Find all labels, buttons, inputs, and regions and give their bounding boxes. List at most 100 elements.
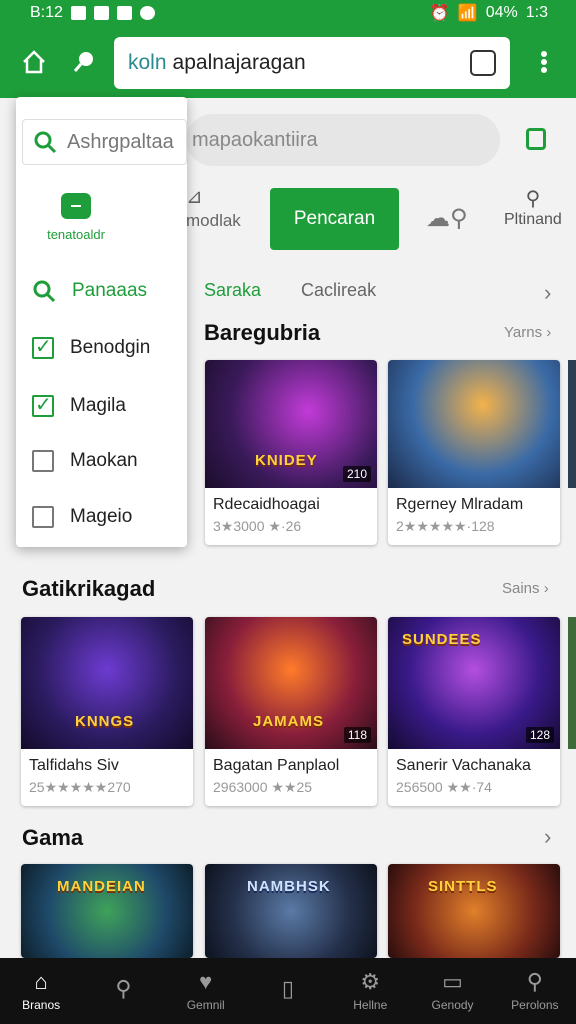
game-card[interactable]: SUNDEES 128 Sanerir Vachanaka 256500 ★★·… xyxy=(388,617,560,806)
play-icon xyxy=(139,6,155,20)
more-options-icon[interactable] xyxy=(526,44,562,80)
count-badge: 128 xyxy=(525,727,554,743)
game-title: Sanerir Vachanaka xyxy=(396,757,531,774)
nav-label: Perolons xyxy=(511,998,559,1012)
nav-label: Gemnil xyxy=(186,998,225,1012)
chip-inactive[interactable]: Caclireak xyxy=(301,280,376,301)
action-right-label: Pltinand xyxy=(504,211,562,228)
game-thumbnail: KNNGS xyxy=(21,617,193,749)
bottom-navigation: ⌂ Branos ⚲ ♥ Gemnil ▯ ⚙ Hellne ▭ Genody … xyxy=(0,958,576,1024)
panel-item-label: Magila xyxy=(70,395,126,416)
chevron-right-icon[interactable]: › xyxy=(544,824,551,850)
search-placeholder: mapaokantiira xyxy=(192,128,318,151)
nav-item-settings[interactable]: ⚙ Hellne xyxy=(329,958,411,1024)
game-thumbnail: KNIDEY 210 xyxy=(205,360,377,488)
battery-level: 04% xyxy=(485,4,518,21)
chevron-right-icon[interactable]: › xyxy=(544,280,551,306)
nav-item-bookmark[interactable]: ▯ xyxy=(247,958,329,1024)
game-meta: 3★3000 ★·26 xyxy=(213,518,302,534)
search-icon xyxy=(33,280,56,303)
nav-item-search[interactable]: ⚲ xyxy=(82,958,164,1024)
action-right[interactable]: ⚲ Pltinand xyxy=(504,186,562,229)
see-all-link[interactable]: Sains › xyxy=(502,580,549,597)
nav-item-favorites[interactable]: ♥ Gemnil xyxy=(165,958,247,1024)
bookmark-icon: ▯ xyxy=(281,976,295,1001)
game-logo: JAMAMS xyxy=(253,713,325,730)
search-icon: ⚲ xyxy=(115,976,132,1001)
game-card[interactable]: KNNGS Talfidahs Siv 25★★★★★270 xyxy=(21,617,193,806)
notification-icon xyxy=(93,6,109,20)
status-clock: 1:3 xyxy=(525,4,548,21)
game-logo: MANDEIAN xyxy=(57,878,146,895)
panel-item-checkbox[interactable]: Maokan xyxy=(32,450,138,472)
game-card[interactable]: JAMAMS 118 Bagatan Panplaol 2963000 ★★25 xyxy=(205,617,377,806)
url-bar[interactable]: koln apalnajaragan xyxy=(114,37,510,89)
game-meta: 256500 ★★·74 xyxy=(396,779,492,795)
panel-item-label: Benodgin xyxy=(70,337,151,358)
game-meta: 2★★★★★·128 xyxy=(396,518,495,534)
calendar-icon[interactable] xyxy=(526,128,546,150)
alarm-icon: ⏰ xyxy=(429,5,450,22)
search-icon xyxy=(34,131,57,154)
game-title: Rdecaidhoagai xyxy=(213,496,320,513)
nav-item-device[interactable]: ▭ Genody xyxy=(411,958,493,1024)
see-all-link[interactable]: Yarns › xyxy=(504,324,551,341)
notification-icon xyxy=(116,6,132,20)
top-app-bar: koln apalnajaragan xyxy=(0,26,576,98)
panel-item-checkbox[interactable]: Benodgin xyxy=(32,334,151,359)
home-icon[interactable] xyxy=(16,44,52,80)
panel-brand: tenatoaldr xyxy=(16,193,136,242)
checkbox-checked[interactable] xyxy=(32,334,54,359)
panel-item-checkbox[interactable]: Magila xyxy=(32,392,126,417)
panel-item-label: Mageio xyxy=(70,506,133,527)
idea-icon[interactable] xyxy=(66,44,102,80)
panel-item-search[interactable]: Panaaas xyxy=(32,279,147,303)
panel-search-input[interactable]: Ashrgpaltaa xyxy=(22,119,187,165)
count-badge: 118 xyxy=(343,727,371,743)
category-chips: Saraka Caclireak xyxy=(204,280,376,301)
checkbox-checked[interactable] xyxy=(32,392,54,417)
game-thumbnail: SUNDEES 128 xyxy=(388,617,560,749)
nav-item-profile[interactable]: ⚲ Perolons xyxy=(494,958,576,1024)
action-left[interactable]: ⊿ modlak xyxy=(186,184,241,231)
nav-label: Branos xyxy=(22,998,61,1012)
status-bar: B:12 ⏰ 📶 04% 1:3 xyxy=(0,0,576,26)
filter-dropdown-panel: Ashrgpaltaa tenatoaldr Panaaas Benodgin … xyxy=(16,97,187,547)
notification-icon xyxy=(70,6,86,20)
game-meta: 2963000 ★★25 xyxy=(213,779,313,795)
game-title: Talfidahs Siv xyxy=(29,757,119,774)
url-text: apalnajaragan xyxy=(172,51,306,74)
game-card[interactable]: NAMBHSK xyxy=(205,864,377,958)
status-time: B:12 xyxy=(30,4,63,21)
panel-search-placeholder: Ashrgpaltaa xyxy=(67,130,174,153)
cloud-search-icon[interactable]: ☁⚲ xyxy=(426,204,468,233)
cast-icon[interactable] xyxy=(470,50,496,76)
game-card-peek xyxy=(568,360,576,488)
game-card[interactable]: Rgerney Mlradam 2★★★★★·128 xyxy=(388,360,560,545)
panel-item-checkbox[interactable]: Mageio xyxy=(32,506,132,528)
game-thumbnail: MANDEIAN xyxy=(21,864,193,958)
checkbox-unchecked[interactable] xyxy=(32,506,54,528)
section-title: Gatikrikagad xyxy=(22,576,156,601)
nav-label: Hellne xyxy=(353,998,388,1012)
game-thumbnail xyxy=(388,360,560,488)
game-title: Bagatan Panplaol xyxy=(213,757,340,774)
game-card[interactable]: MANDEIAN xyxy=(21,864,193,958)
count-badge: 210 xyxy=(342,466,371,482)
game-meta: 25★★★★★270 xyxy=(29,779,131,795)
game-logo: SINTTLS xyxy=(428,878,498,895)
chip-active[interactable]: Saraka xyxy=(204,280,261,301)
game-card[interactable]: KNIDEY 210 Rdecaidhoagai 3★3000 ★·26 xyxy=(205,360,377,545)
nav-item-home[interactable]: ⌂ Branos xyxy=(0,958,82,1024)
primary-action-button[interactable]: Pencaran xyxy=(270,188,399,250)
brand-logo-icon xyxy=(61,193,91,219)
game-thumbnail: JAMAMS 118 xyxy=(205,617,377,749)
secondary-search-input[interactable]: mapaokantiira xyxy=(186,114,500,166)
location-icon: ⚲ xyxy=(525,188,541,210)
game-logo: SUNDEES xyxy=(402,631,482,648)
checkbox-unchecked[interactable] xyxy=(32,450,54,472)
panel-item-label: Maokan xyxy=(70,450,138,471)
game-card[interactable]: SINTTLS xyxy=(388,864,560,958)
section-title: Gama xyxy=(22,825,84,850)
game-card-peek xyxy=(568,617,576,749)
